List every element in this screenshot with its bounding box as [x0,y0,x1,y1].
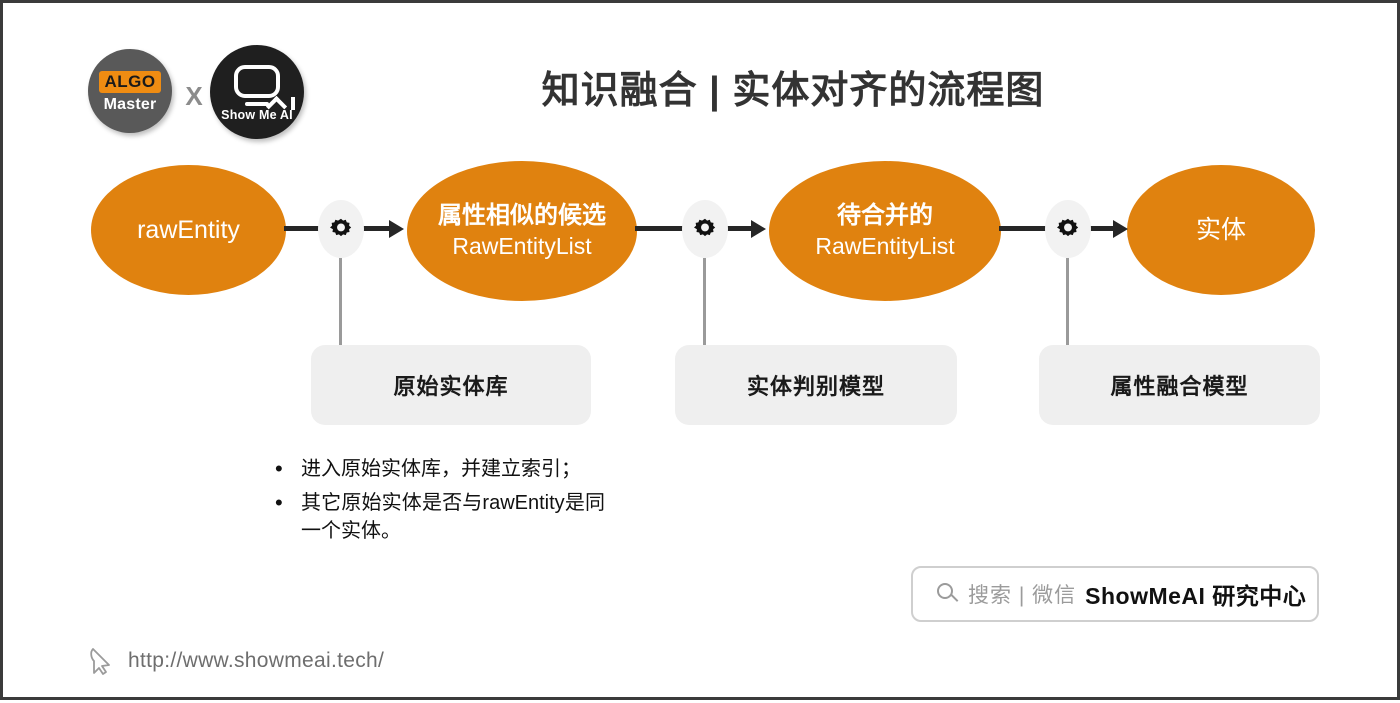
connector-line [725,226,753,231]
connector-line [284,226,322,231]
arrow-head-icon [389,220,404,238]
site-url: http://www.showmeai.tech/ [128,649,385,672]
process-node-1 [318,200,364,258]
wechat-search-banner[interactable]: 搜索 | 微信 ShowMeAI 研究中心 [911,566,1319,622]
flow-node-1-label: rawEntity [137,216,240,244]
stage-box-3-label: 属性融合模型 [1110,374,1249,399]
process-node-2 [682,200,728,258]
search-keyword-label: ShowMeAI 研究中心 [1085,583,1307,609]
search-hint-label: 搜索 | 微信 [968,584,1077,607]
arrow-head-icon [1113,220,1128,238]
flow-node-2: 属性相似的候选 RawEntityList [407,161,637,301]
flow-node-4-label: 实体 [1195,216,1246,244]
stage-drop-line [1066,258,1069,348]
gear-icon [330,218,352,237]
flow-node-2-en-label: RawEntityList [452,232,592,259]
bullet-list: • 进入原始实体库，并建立索引； • 其它原始实体是否与rawEntity是同一… [275,455,605,551]
flow-node-4: 实体 [1127,165,1315,295]
search-icon [937,583,959,605]
flow-node-3-cn-label: 待合并的 [837,201,933,229]
flow-node-3: 待合并的 RawEntityList [769,161,1001,301]
stage-box-1-label: 原始实体库 [393,374,509,399]
gear-icon [694,218,716,237]
connector-line [635,226,685,231]
stage-drop-line [339,258,342,348]
footer: http://www.showmeai.tech/ [88,646,384,676]
cursor-icon [90,648,110,675]
stage-box-1: 原始实体库 [311,345,591,425]
flow-node-3-en-label: RawEntityList [815,232,955,259]
stage-drop-line [703,258,706,348]
bullet-marker: • [275,456,283,481]
connector-line [1089,226,1115,231]
flow-node-1: rawEntity [91,165,286,295]
arrow-head-icon [751,220,766,238]
stage-box-2-label: 实体判别模型 [746,374,885,399]
list-item: • 进入原始实体库，并建立索引； [275,455,605,483]
stage-box-2: 实体判别模型 [675,345,957,425]
bullet-text: 其它原始实体是否与rawEntity是同一个实体。 [301,492,605,542]
list-item: • 其它原始实体是否与rawEntity是同一个实体。 [275,489,605,545]
bullet-marker: • [275,490,283,515]
slide-canvas: ALGO Master X Show Me AI 知识融合 | 实体对齐的流程图… [0,0,1400,700]
flow-node-2-cn-label: 属性相似的候选 [438,201,606,229]
connector-line [361,226,391,231]
bullet-text: 进入原始实体库，并建立索引； [301,458,581,480]
gear-icon [1057,218,1079,237]
connector-line [999,226,1047,231]
process-node-3 [1045,200,1091,258]
stage-box-3: 属性融合模型 [1039,345,1320,425]
